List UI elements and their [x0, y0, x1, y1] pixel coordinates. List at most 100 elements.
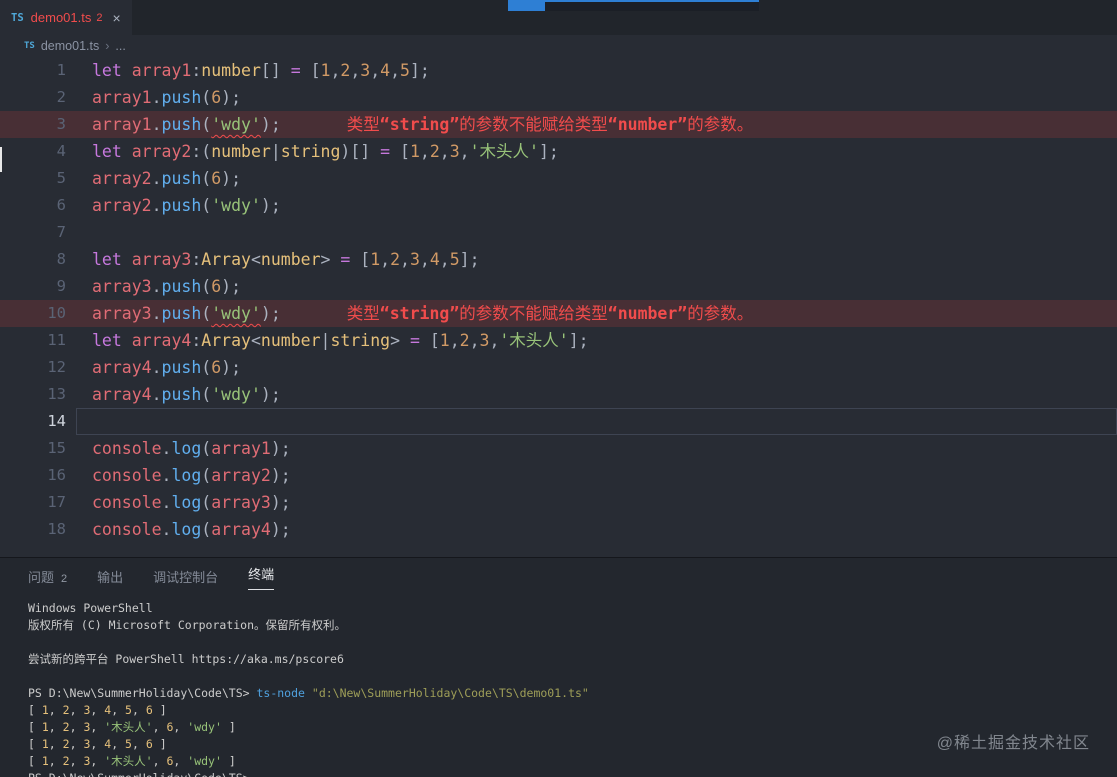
code-token: , — [90, 737, 105, 751]
code-line-2[interactable]: 2 array1.push(6); — [0, 84, 1117, 111]
code-line-11[interactable]: 11 let array4:Array<number|string> = [1,2… — [0, 327, 1117, 354]
code-token: , — [419, 142, 430, 161]
code-token: number — [260, 250, 321, 269]
breadcrumb-file[interactable]: demo01.ts — [41, 39, 99, 53]
code-token: , — [173, 720, 188, 734]
code-token: , — [330, 61, 341, 80]
typescript-file-icon: TS — [24, 41, 35, 51]
code-token: array2 — [92, 196, 152, 215]
code-token: ); — [270, 439, 291, 458]
code-token: ( — [201, 439, 212, 458]
code-token: = — [340, 250, 361, 269]
code-line-1[interactable]: 1 let array1:number[] = [1,2,3,4,5]; — [0, 57, 1117, 84]
code-line-3[interactable]: 3 array1.push('wdy'); 类型“string”的参数不能赋给类型“… — [0, 111, 1117, 138]
code-line-12[interactable]: 12 array4.push(6); — [0, 354, 1117, 381]
code-line-13[interactable]: 13 array4.push('wdy'); — [0, 381, 1117, 408]
code-line-16[interactable]: 16 console.log(array2); — [0, 462, 1117, 489]
breadcrumb-more[interactable]: ... — [115, 39, 125, 53]
code-token: array4 — [211, 520, 271, 539]
code-token: push — [161, 358, 202, 377]
code-token: = — [380, 142, 401, 161]
line-number: 6 — [56, 196, 66, 214]
breadcrumb[interactable]: TS demo01.ts › ... — [0, 35, 1117, 57]
terminal-line: PS D:\New\SummerHoliday\Code\TS> — [28, 770, 1117, 777]
terminal-line: [ 1, 2, 3, 4, 5, 6 ] — [28, 702, 1117, 719]
panel-tab-terminal[interactable]: 终端 — [248, 564, 275, 590]
code-line-5[interactable]: 5 array2.push(6); — [0, 165, 1117, 192]
code-token: 'wdy' — [211, 385, 261, 404]
code-token: log — [171, 493, 202, 512]
code-token: [] — [260, 61, 291, 80]
code-token: , — [152, 754, 167, 768]
code-line-7[interactable]: 7 — [0, 219, 1117, 246]
code-token: ( — [201, 358, 212, 377]
code-text: let array2:(number|string)[] = [1,2,3,'木… — [92, 138, 559, 165]
terminal-line: 尝试新的跨平台 PowerShell https://aka.ms/pscore… — [28, 651, 1117, 668]
code-token: , — [449, 331, 460, 350]
tab-demo01[interactable]: TS demo01.ts 2 × — [0, 0, 132, 35]
code-token: ( — [201, 196, 212, 215]
code-line-6[interactable]: 6 array2.push('wdy'); — [0, 192, 1117, 219]
code-token: . — [151, 277, 162, 296]
code-token: , — [90, 754, 105, 768]
code-token: . — [151, 88, 162, 107]
tab-label: demo01.ts — [30, 10, 92, 25]
watermark: @稀土掘金技术社区 — [936, 735, 1090, 752]
code-token: 2 — [340, 61, 351, 80]
code-token: 类型 — [346, 304, 380, 323]
code-token: 5 — [125, 737, 132, 751]
code-line-9[interactable]: 9 array3.push(6); — [0, 273, 1117, 300]
code-token: console — [92, 520, 162, 539]
code-token: 1 — [439, 331, 450, 350]
code-token: . — [161, 439, 172, 458]
code-token: . — [151, 115, 162, 134]
code-token: 2 — [62, 737, 70, 751]
quick-input-progress — [508, 0, 759, 11]
code-line-17[interactable]: 17 console.log(array3); — [0, 489, 1117, 516]
code-line-14[interactable]: 14 — [0, 408, 1117, 435]
code-token: PS D:\New\SummerHoliday\Code\TS> — [28, 771, 256, 777]
panel-tab-problems[interactable]: 问题 2 — [28, 567, 67, 586]
code-token: ); — [260, 385, 281, 404]
code-token: ] — [221, 754, 236, 768]
code-text: array3.push('wdy'); 类型“string”的参数不能赋给类型“n… — [92, 300, 753, 327]
code-token: “number” — [607, 304, 688, 323]
panel-tab-debug-console[interactable]: 调试控制台 — [153, 567, 218, 586]
code-token: . — [161, 466, 172, 485]
code-token: , — [48, 737, 63, 751]
code-token: [ — [310, 61, 321, 80]
code-token: , — [111, 737, 126, 751]
code-token: log — [171, 520, 202, 539]
panel-tab-label: 调试控制台 — [153, 570, 219, 585]
code-token: 1 — [41, 703, 49, 717]
code-editor[interactable]: 1 let array1:number[] = [1,2,3,4,5]; 2 arra… — [0, 57, 1117, 557]
line-number: 16 — [47, 466, 66, 484]
code-token: 6 — [211, 358, 222, 377]
code-text: let array3:Array<number> = [1,2,3,4,5]; — [92, 246, 480, 273]
code-token: = — [290, 61, 311, 80]
code-token: ( — [201, 493, 212, 512]
code-token: . — [151, 304, 162, 323]
tab-close-icon[interactable]: × — [112, 10, 120, 26]
code-token: push — [161, 277, 202, 296]
code-line-18[interactable]: 18 console.log(array4); — [0, 516, 1117, 543]
code-line-15[interactable]: 15 console.log(array1); — [0, 435, 1117, 462]
code-token: console — [92, 439, 162, 458]
code-token: , — [439, 250, 450, 269]
panel-tab-output[interactable]: 输出 — [97, 567, 123, 586]
line-number: 17 — [47, 493, 66, 511]
code-token: [ — [28, 720, 42, 734]
code-token: , — [469, 331, 480, 350]
code-token: :( — [191, 142, 212, 161]
code-token: Array — [201, 250, 251, 269]
code-token: : — [191, 250, 202, 269]
code-line-8[interactable]: 8 let array3:Array<number> = [1,2,3,4,5]; — [0, 246, 1117, 273]
code-token: ); — [260, 304, 281, 323]
code-text: console.log(array4); — [92, 516, 291, 543]
code-token: let — [92, 250, 132, 269]
code-token: , — [390, 61, 401, 80]
code-line-10[interactable]: 10 array3.push('wdy'); 类型“string”的参数不能赋给类型… — [0, 300, 1117, 327]
code-line-4[interactable]: 4 let array2:(number|string)[] = [1,2,3,'… — [0, 138, 1117, 165]
code-token: , — [380, 250, 391, 269]
code-token: array1 — [211, 439, 271, 458]
